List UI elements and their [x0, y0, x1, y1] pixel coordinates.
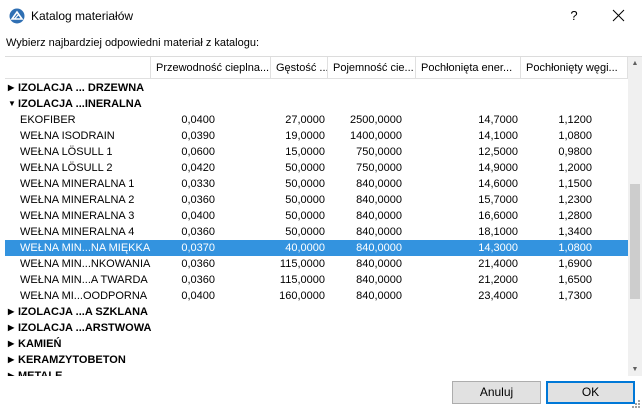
value-cell: 0,9800	[558, 146, 592, 158]
table-row[interactable]: WEŁNA MINERALNA 1 0,0330 50,0000 840,0000 14…	[5, 176, 628, 192]
value-cell: 1,2000	[558, 162, 592, 174]
value-cell: 840,0000	[356, 290, 402, 302]
value-cell: 0,0360	[181, 274, 215, 286]
scroll-down-icon[interactable]: ▼	[628, 363, 642, 376]
column-header-heat-capacity[interactable]: Pojemność cie...	[328, 57, 416, 79]
group-name: IZOLACJA ...A SZKLANA	[18, 306, 148, 318]
group-name: IZOLACJA ...INERALNA	[18, 98, 142, 110]
material-name: WEŁNA ISODRAIN	[20, 130, 115, 142]
value-cell: 840,0000	[356, 210, 402, 222]
value-cell: 840,0000	[356, 226, 402, 238]
value-cell: 0,0390	[181, 130, 215, 142]
value-cell: 0,0330	[181, 178, 215, 190]
value-cell: 1,0800	[558, 130, 592, 142]
collapsed-arrow-icon[interactable]: ▶	[8, 352, 18, 368]
window-title: Katalog materiałów	[31, 9, 134, 23]
collapsed-arrow-icon[interactable]: ▶	[8, 304, 18, 320]
value-cell: 840,0000	[356, 258, 402, 270]
column-header-name[interactable]	[5, 57, 151, 79]
table-row[interactable]: WEŁNA LÖSULL 1 0,0600 15,0000 750,0000 12,50…	[5, 144, 628, 160]
value-cell: 0,0360	[181, 258, 215, 270]
group-name: KAMIEŃ	[18, 338, 62, 350]
grid-rows: ▶ IZOLACJA ... DRZEWNA ▼ IZOLACJA ...INERAL…	[5, 80, 628, 376]
cancel-button[interactable]: Anuluj	[452, 381, 541, 404]
group-name: METALE	[18, 370, 63, 376]
value-cell: 0,0370	[181, 242, 215, 254]
resize-grip-icon[interactable]	[629, 397, 641, 409]
collapsed-arrow-icon[interactable]: ▶	[8, 368, 18, 376]
value-cell: 0,0360	[181, 226, 215, 238]
value-cell: 0,0360	[181, 194, 215, 206]
value-cell: 840,0000	[356, 274, 402, 286]
column-header-density[interactable]: Gęstość ...	[271, 57, 328, 79]
value-cell: 0,0420	[181, 162, 215, 174]
material-name: WEŁNA MINERALNA 4	[20, 226, 135, 238]
expanded-arrow-icon[interactable]: ▼	[8, 96, 18, 112]
group-row[interactable]: ▶ IZOLACJA ...A SZKLANA	[5, 304, 628, 320]
table-row[interactable]: WEŁNA MINERALNA 4 0,0360 50,0000 840,0000 18…	[5, 224, 628, 240]
group-row[interactable]: ▶ KAMIEŃ	[5, 336, 628, 352]
group-row[interactable]: ▶ IZOLACJA ... DRZEWNA	[5, 80, 628, 96]
material-name: WEŁNA LÖSULL 1	[20, 146, 113, 158]
value-cell: 0,0400	[181, 290, 215, 302]
table-row[interactable]: EKOFIBER 0,0400 27,0000 2500,0000 14,7000 1,1…	[5, 112, 628, 128]
value-cell: 1,3400	[558, 226, 592, 238]
instruction-label: Wybierz najbardziej odpowiedni materiał …	[6, 37, 260, 49]
table-row[interactable]: WEŁNA LÖSULL 2 0,0420 50,0000 750,0000 14,90…	[5, 160, 628, 176]
table-row[interactable]: WEŁNA MINERALNA 2 0,0360 50,0000 840,0000 15…	[5, 192, 628, 208]
scrollbar-thumb[interactable]	[630, 184, 640, 299]
collapsed-arrow-icon[interactable]: ▶	[8, 80, 18, 96]
value-cell: 750,0000	[356, 146, 402, 158]
app-icon	[9, 8, 25, 24]
value-cell: 1,2800	[558, 210, 592, 222]
value-cell: 750,0000	[356, 162, 402, 174]
value-cell: 0,0400	[181, 210, 215, 222]
table-row[interactable]: WEŁNA MIN...A TWARDA 0,0360 115,0000 840,00…	[5, 272, 628, 288]
table-row[interactable]: WEŁNA MIN...NKOWANIA 0,0360 115,0000 840,00…	[5, 256, 628, 272]
ok-button[interactable]: OK	[546, 381, 635, 404]
group-row[interactable]: ▶ KERAMZYTOBETON	[5, 352, 628, 368]
table-row[interactable]: WEŁNA MINERALNA 3 0,0400 50,0000 840,0000 16…	[5, 208, 628, 224]
value-cell: 0,0600	[181, 146, 215, 158]
close-icon	[612, 9, 625, 22]
group-name: IZOLACJA ...ARSTWOWA	[18, 322, 152, 334]
vertical-scrollbar[interactable]: ▲ ▼	[628, 57, 642, 376]
material-name: EKOFIBER	[20, 114, 76, 126]
material-name: WEŁNA MINERALNA 2	[20, 194, 135, 206]
table-row[interactable]: WEŁNA MI...OODPORNA 0,0400 160,0000 840,000…	[5, 288, 628, 304]
value-cell: 2500,0000	[350, 114, 402, 126]
collapsed-arrow-icon[interactable]: ▶	[8, 320, 18, 336]
value-cell: 1,7300	[558, 290, 592, 302]
close-button[interactable]	[596, 0, 642, 32]
column-header-embodied-energy[interactable]: Pochłonięta ener...	[416, 57, 521, 79]
scroll-up-icon[interactable]: ▲	[628, 57, 642, 71]
value-cell: 1,2300	[558, 194, 592, 206]
material-name: WEŁNA LÖSULL 2	[20, 162, 113, 174]
value-cell: 1,0800	[558, 242, 592, 254]
material-name: WEŁNA MINERALNA 3	[20, 210, 135, 222]
value-cell: 1,1500	[558, 178, 592, 190]
value-cell: 840,0000	[356, 194, 402, 206]
table-row[interactable]: WEŁNA ISODRAIN 0,0390 19,0000 1400,0000 14,1…	[5, 128, 628, 144]
table-row-selected[interactable]: WEŁNA MIN...NA MIĘKKA 0,0370 40,0000 840,00…	[5, 240, 628, 256]
value-cell: 0,0400	[181, 114, 215, 126]
group-row[interactable]: ▼ IZOLACJA ...INERALNA	[5, 96, 628, 112]
value-cell: 1,6500	[558, 274, 592, 286]
value-cell: 840,0000	[356, 178, 402, 190]
value-cell: 1,6900	[558, 258, 592, 270]
material-name: WEŁNA MINERALNA 1	[20, 178, 135, 190]
materials-grid[interactable]: Przewodność cieplna... Gęstość ... Pojem…	[5, 56, 642, 376]
value-cell: 840,0000	[356, 242, 402, 254]
title-bar: Katalog materiałów ?	[0, 0, 642, 32]
help-button[interactable]: ?	[552, 0, 596, 32]
collapsed-arrow-icon[interactable]: ▶	[8, 336, 18, 352]
group-name: KERAMZYTOBETON	[18, 354, 126, 366]
value-cell: 1400,0000	[350, 130, 402, 142]
group-row[interactable]: ▶ METALE	[5, 368, 628, 376]
group-name: IZOLACJA ... DRZEWNA	[18, 82, 145, 94]
column-header-embodied-carbon[interactable]: Pochłonięty węgi...	[521, 57, 628, 79]
column-header-conductivity[interactable]: Przewodność cieplna...	[151, 57, 271, 79]
group-row[interactable]: ▶ IZOLACJA ...ARSTWOWA	[5, 320, 628, 336]
value-cell: 1,1200	[558, 114, 592, 126]
